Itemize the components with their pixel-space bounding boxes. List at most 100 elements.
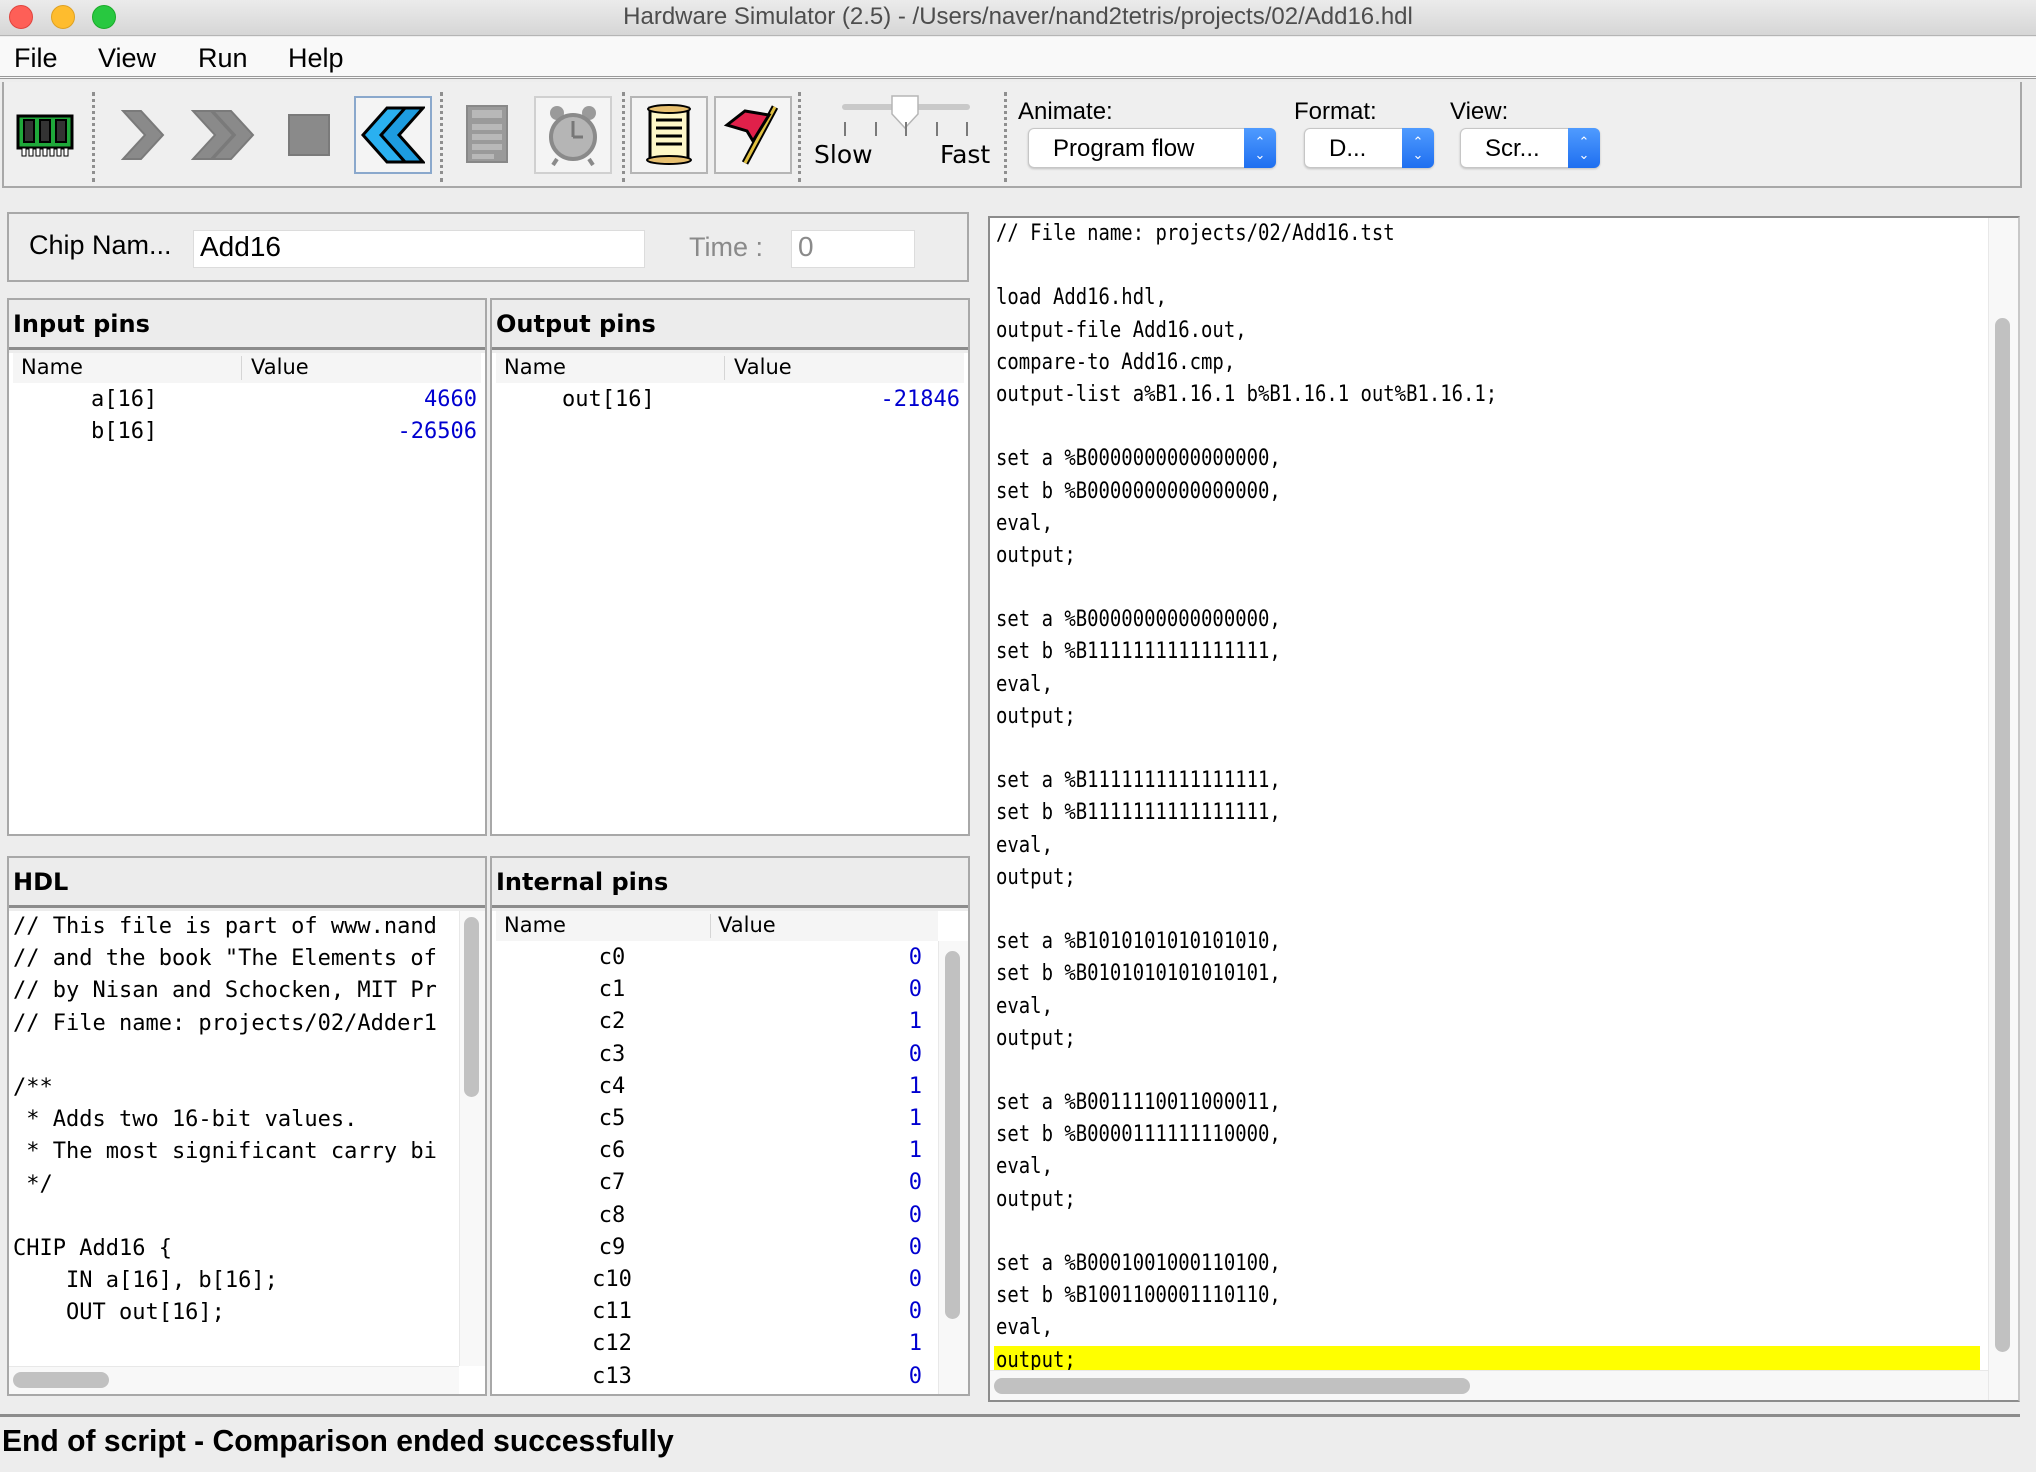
script-line: output-list a%B1.16.1 b%B1.16.1 out%B1.1… [996,381,1498,407]
format-select[interactable]: D... ⌃ ⌄ [1304,128,1434,168]
hdl-vertical-scrollbar[interactable] [464,917,479,1097]
table-row[interactable]: c11 0 [492,1299,936,1331]
script-line: output; [996,703,1076,729]
output-pins-header: Name Value [496,353,964,383]
updown-chevron-icon: ⌃ ⌄ [1568,128,1600,168]
script-line: eval, [996,993,1053,1019]
table-row[interactable]: c5 1 [492,1106,936,1138]
internal-pins-scrollbar[interactable] [945,951,960,1319]
script-line [996,250,1497,282]
pin-value: 0 [908,1299,922,1325]
pin-value: 0 [908,1041,922,1067]
stop-icon [288,114,330,156]
pin-value[interactable]: 4660 [424,387,477,412]
pin-value: 0 [908,1170,922,1196]
single-step-button[interactable] [104,96,182,174]
load-script-button[interactable] [630,96,708,174]
title-bar: Hardware Simulator (2.5) - /Users/naver/… [0,0,2036,36]
script-vertical-scrollbar[interactable] [1995,318,2010,1352]
menu-run[interactable]: Run [198,43,248,74]
table-row[interactable]: c12 1 [492,1331,936,1363]
pin-name: c10 [592,1267,632,1292]
pin-name: b[16] [91,419,158,444]
column-name[interactable]: Name [504,355,566,379]
double-chevron-left-icon [361,106,425,164]
table-row[interactable]: b[16] -26506 [9,419,481,451]
flag-icon [723,105,779,165]
pin-name: c0 [598,945,626,970]
pin-value: 0 [908,977,922,1003]
column-name[interactable]: Name [504,913,566,937]
script-line: output; [996,542,1076,568]
internal-pins-panel: Internal pins Name Value c0 0 c1 0 c2 1 c3 0 c4 1… [490,856,970,1396]
hdl-line: IN a[16], b[16]; [13,1268,278,1294]
load-chip-button[interactable] [6,96,84,174]
internal-pins-header: Name Value [496,911,938,941]
view-select-value: Scr... [1485,135,1540,162]
table-row[interactable]: c3 0 [492,1042,936,1074]
table-row[interactable]: c9 0 [492,1235,936,1267]
script-line: output; [996,1186,1076,1212]
table-row[interactable]: c8 0 [492,1203,936,1235]
table-row[interactable]: c6 1 [492,1138,936,1170]
pin-name: c3 [598,1041,626,1067]
hdl-line: /** [13,1074,53,1100]
table-row[interactable]: c10 0 [492,1267,936,1299]
pin-name: c2 [598,1009,626,1035]
reset-button[interactable] [354,96,432,174]
run-button[interactable] [184,96,262,174]
format-label: Format: [1294,98,1377,125]
eval-button[interactable] [450,96,528,174]
tick-tock-button[interactable] [534,96,612,174]
chip-icon [16,114,74,157]
script-horizontal-scrollbar[interactable] [994,1378,1470,1394]
status-bar: End of script - Comparison ended success… [0,1414,2020,1460]
view-select[interactable]: Scr... ⌃ ⌄ [1460,128,1600,168]
menu-view[interactable]: View [98,43,156,74]
script-panel[interactable]: // File name: projects/02/Add16.tst load … [988,216,2020,1402]
table-row[interactable]: a[16] 4660 [9,387,481,419]
column-value[interactable]: Value [251,355,309,379]
script-line [996,1216,1497,1248]
hdl-line: // and the book "The Elements of [13,946,437,972]
animate-select[interactable]: Program flow ⌃ ⌄ [1028,128,1276,168]
column-name[interactable]: Name [21,355,83,379]
script-line [996,572,1497,604]
column-value[interactable]: Value [734,355,792,379]
script-line: compare-to Add16.cmp, [996,349,1236,375]
table-row[interactable]: c1 0 [492,977,936,1009]
script-line: output-file Add16.out, [996,317,1247,343]
stop-button[interactable] [270,96,348,174]
menu-file[interactable]: File [14,43,58,74]
pin-value: 0 [908,1267,922,1292]
hdl-horizontal-scrollbar[interactable] [13,1372,109,1388]
input-pins-panel: Input pins Name Value a[16] 4660 b[16] -… [7,298,487,836]
pin-value[interactable]: -26506 [398,419,477,444]
table-row[interactable]: out[16] -21846 [492,387,964,419]
script-line [996,894,1497,926]
breakpoints-button[interactable] [714,96,792,174]
table-row[interactable]: c4 1 [492,1074,936,1106]
script-line: set a %B1111111111111111, [996,768,1281,794]
hdl-line: OUT out[16]; [13,1300,225,1326]
chip-name-field[interactable]: Add16 [193,230,645,268]
script-line: set a %B0000000000000000, [996,607,1281,633]
menu-help[interactable]: Help [288,43,344,74]
animate-label: Animate: [1018,98,1113,125]
hdl-source[interactable]: // This file is part of www.nand // and t… [9,911,485,1394]
column-value[interactable]: Value [718,913,776,937]
pin-value: 1 [908,1106,922,1131]
chip-info-panel: Chip Nam... Add16 Time : 0 [7,212,969,282]
format-select-value: D... [1329,135,1367,162]
table-row[interactable]: c0 0 [492,945,936,977]
table-row[interactable]: c2 1 [492,1009,936,1041]
hdl-panel: HDL // This file is part of www.nand // a… [7,856,487,1396]
script-line: eval, [996,1315,1053,1341]
alarm-clock-icon [549,106,597,167]
slider-tick [905,122,907,136]
pin-name: out[16] [562,387,655,412]
table-row[interactable]: c13 0 [492,1364,936,1394]
hdl-line: */ [13,1171,53,1197]
menu-bar: File View Run Help [0,37,2036,79]
table-row[interactable]: c7 0 [492,1170,936,1202]
